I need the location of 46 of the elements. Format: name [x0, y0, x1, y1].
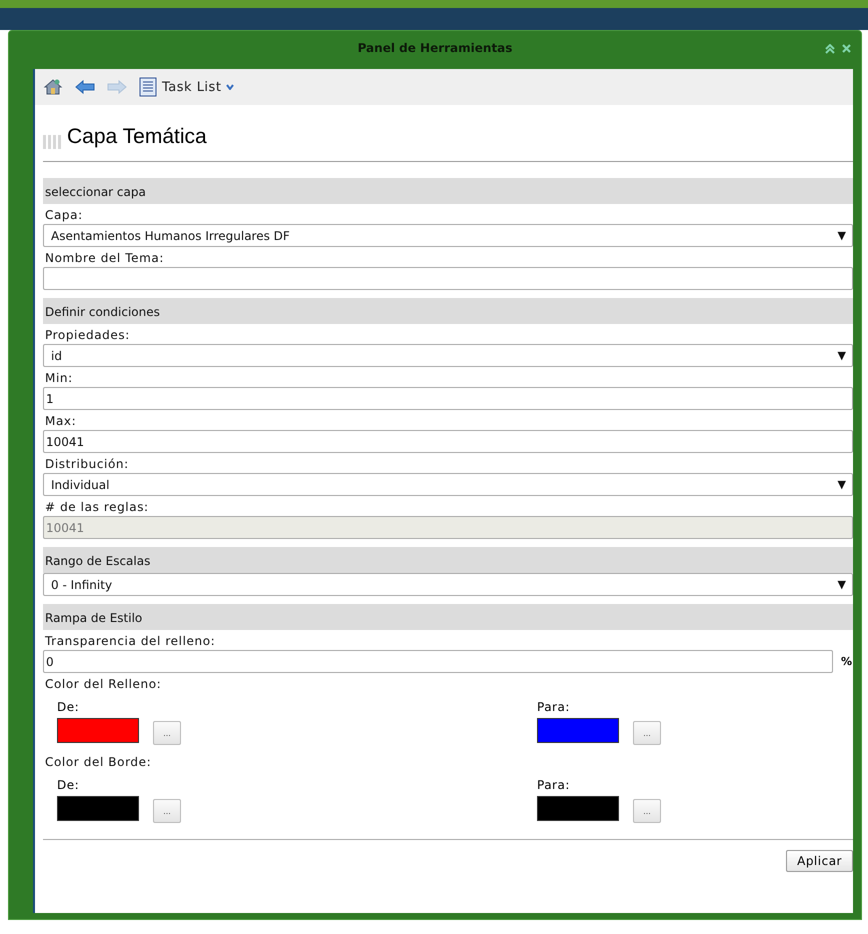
window-title: Panel de Herramientas: [358, 41, 512, 55]
task-list-menu[interactable]: Task List: [139, 77, 234, 97]
color-swatch[interactable]: [537, 718, 619, 742]
dropdown[interactable]: Asentamientos Humanos Irregulares DF ▼: [43, 224, 853, 247]
grip-icon: [43, 135, 63, 149]
close-icon[interactable]: [842, 44, 851, 53]
field-label: Distribución:: [44, 456, 130, 473]
field-label: Nombre del Tema:: [44, 250, 166, 267]
field-label: Color del Borde:: [44, 754, 152, 771]
field-label: Transparencia del relleno:: [44, 633, 216, 650]
section-header: Rampa de Estilo: [43, 604, 853, 630]
unit-label: %: [841, 655, 853, 668]
input-field[interactable]: 1: [43, 387, 853, 410]
color-swatch[interactable]: [57, 718, 139, 742]
color-label: Para:: [537, 699, 571, 715]
input-field[interactable]: 10041: [43, 430, 853, 453]
field-label: Propiedades:: [44, 327, 131, 344]
color-picker-button[interactable]: ...: [633, 799, 661, 823]
section-header: Rango de Escalas: [43, 547, 853, 573]
home-icon[interactable]: [43, 77, 63, 97]
list-icon: [139, 77, 157, 97]
color-swatch[interactable]: [537, 796, 619, 820]
dropdown[interactable]: id ▼: [43, 344, 853, 367]
color-label: De:: [57, 699, 80, 715]
dropdown[interactable]: Individual ▼: [43, 473, 853, 496]
field-label: Max:: [44, 413, 78, 430]
section-header: seleccionar capa: [43, 178, 853, 204]
collapse-icon[interactable]: [825, 44, 835, 54]
back-arrow-icon[interactable]: [75, 80, 95, 94]
field-label: Min:: [44, 370, 74, 387]
input-field[interactable]: [43, 267, 853, 290]
apply-button[interactable]: Aplicar: [786, 850, 853, 872]
input-field[interactable]: 0: [43, 650, 833, 673]
section-header: Definir condiciones: [43, 298, 853, 324]
color-picker-button[interactable]: ...: [153, 799, 181, 823]
color-swatch[interactable]: [57, 796, 139, 820]
color-label: Para:: [537, 777, 571, 793]
field-label: Capa:: [44, 207, 84, 224]
color-picker-button[interactable]: ...: [633, 721, 661, 745]
caret-icon: [226, 84, 234, 90]
panel-heading: Capa Temática: [67, 125, 207, 149]
field-label: # de las reglas:: [44, 499, 150, 516]
color-picker-button[interactable]: ...: [153, 721, 181, 745]
field-label: Color del Relleno:: [44, 676, 162, 693]
dropdown[interactable]: 0 - Infinity ▼: [43, 573, 853, 596]
color-label: De:: [57, 777, 80, 793]
